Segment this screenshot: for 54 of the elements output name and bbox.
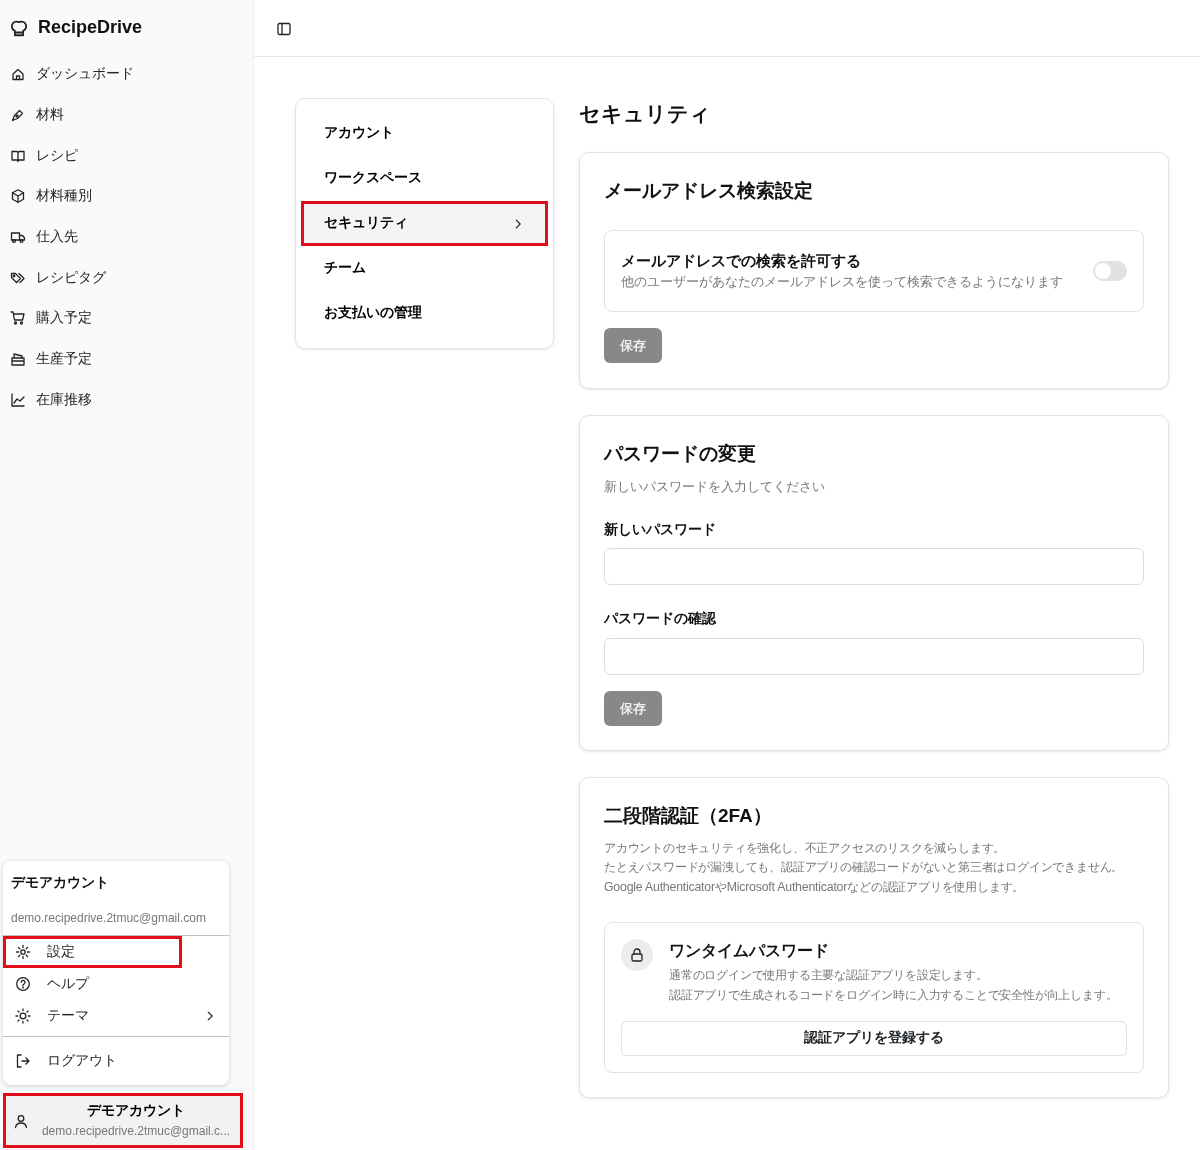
option-label: メールアドレスでの検索を許可する <box>621 250 862 271</box>
card-title: パスワードの変更 <box>604 442 757 467</box>
description-line: 認証アプリで生成されるコードをログイン時に入力することで安全性が向上します。 <box>669 986 1118 1004</box>
account-button[interactable]: デモアカウント demo.recipedrive.2tmuc@gmail.c... <box>3 1093 243 1148</box>
field-label: パスワードの確認 <box>604 610 717 629</box>
cart-icon <box>10 310 26 327</box>
card-title: メールアドレス検索設定 <box>604 179 814 204</box>
sidebar-item[interactable]: 在庫推移 <box>0 379 253 421</box>
otp-title: ワンタイムパスワード <box>669 940 830 961</box>
pen-icon <box>10 107 26 124</box>
card-subtitle: 新しいパスワードを入力してください <box>604 477 826 496</box>
page-title: セキュリティ <box>579 101 712 127</box>
register-app-button[interactable]: 認証アプリを登録する <box>621 1021 1127 1056</box>
card-title: 二段階認証（2FA） <box>604 804 773 829</box>
field-label: 新しいパスワード <box>604 521 717 540</box>
sidebar-item[interactable]: 仕入先 <box>0 216 253 258</box>
settings-nav-item[interactable]: お支払いの管理 <box>301 291 548 336</box>
menu-item[interactable]: テーマ <box>3 1000 229 1032</box>
sidebar-item[interactable]: 生産予定 <box>0 338 253 380</box>
password-field[interactable] <box>604 548 1144 586</box>
sidebar-item[interactable]: 購入予定 <box>0 298 253 339</box>
password-field[interactable] <box>604 637 1144 675</box>
sidebar-item[interactable]: ダッシュボード <box>0 54 253 95</box>
user-email: demo.recipedrive.2tmuc@gmail.com <box>11 910 207 927</box>
box-icon <box>10 188 26 205</box>
brand-name: RecipeDrive <box>38 15 143 39</box>
sidebar-item[interactable]: レシピタグ <box>0 257 253 299</box>
settings-nav-item[interactable]: アカウント <box>301 111 548 156</box>
toggle-switch[interactable] <box>1093 260 1127 281</box>
sidebar-item[interactable]: 材料 <box>0 94 253 136</box>
home-icon <box>10 66 26 83</box>
user-icon <box>13 1112 29 1129</box>
line-chart-icon <box>10 391 26 408</box>
sun-icon <box>15 1008 31 1024</box>
logout-icon <box>15 1053 31 1069</box>
account-name: デモアカウント <box>86 1102 186 1121</box>
help-icon <box>15 976 31 992</box>
lock-icon <box>621 938 653 971</box>
description-line: アカウントのセキュリティを強化し、不正アクセスのリスクを減らします。 <box>604 839 1007 857</box>
option-description: 他のユーザーがあなたのメールアドレスを使って検索できるようになります <box>621 273 1064 292</box>
account-email: demo.recipedrive.2tmuc@gmail.c... <box>40 1122 232 1140</box>
description-line: Google AuthenticatorやMicrosoft Authenticatorなどの認証アプリを使用します。 <box>604 879 1026 897</box>
description-line: たとえパスワードが漏洩しても、認証アプリの確認コードがないと第三者はログインできません。 <box>604 859 1125 877</box>
settings-nav-item[interactable]: ワークスペース <box>301 156 548 201</box>
user-name: デモアカウント <box>11 873 110 892</box>
menu-item[interactable]: 設定 <box>3 936 182 968</box>
description-line: 通常のログインで使用する主要な認証アプリを設定します。 <box>669 966 989 984</box>
menu-item[interactable]: ヘルプ <box>3 968 229 1000</box>
settings-nav-item[interactable]: チーム <box>301 246 548 291</box>
sidebar-item[interactable]: レシピ <box>0 135 253 177</box>
menu-item[interactable]: ログアウト <box>3 1041 229 1081</box>
sidebar-item[interactable]: 材料種別 <box>0 176 253 217</box>
settings-nav-item[interactable]: セキュリティ <box>301 201 548 246</box>
truck-icon <box>10 229 26 246</box>
